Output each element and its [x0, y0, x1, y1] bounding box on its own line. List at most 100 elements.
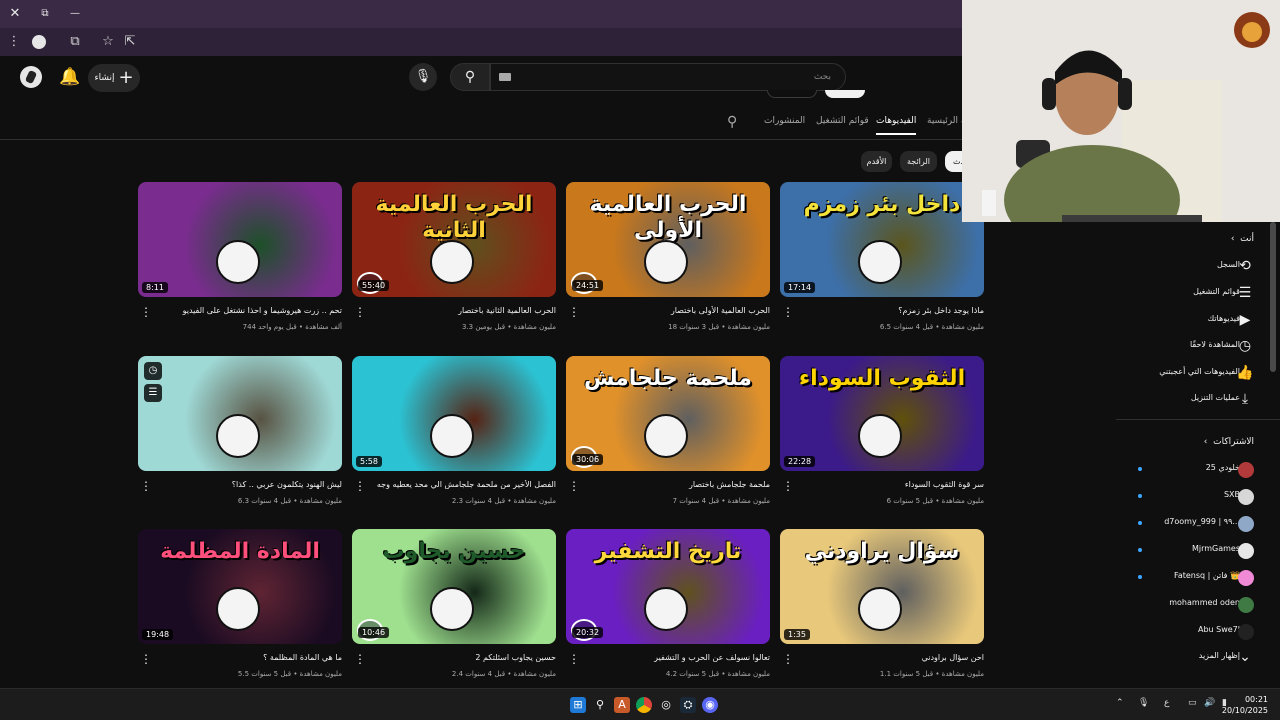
more-actions-icon[interactable]: ⋮: [782, 479, 794, 493]
video-title[interactable]: حسين يجاوب اسئلتكم 2: [376, 653, 556, 662]
profile-icon[interactable]: [29, 32, 49, 52]
tray-chevron-icon[interactable]: ⌃: [1116, 698, 1124, 708]
sidebar-item-history[interactable]: السجل ⟲: [1116, 253, 1280, 279]
more-actions-icon[interactable]: ⋮: [140, 652, 152, 666]
search-input[interactable]: بحث: [490, 63, 846, 91]
subscription-item[interactable]: خلودي 25: [1116, 456, 1280, 482]
video-thumbnail[interactable]: 5:58: [352, 356, 556, 471]
video-card[interactable]: المادة المظلمة 19:48 ما هي المادة المظلمة …: [138, 529, 342, 689]
subscription-item[interactable]: Abu Swe7l: [1116, 618, 1280, 644]
create-button[interactable]: إنشاء +: [88, 64, 140, 92]
video-card[interactable]: سؤال يراودني 1:35 احن سؤال براودني 1.1 مليو…: [780, 529, 984, 689]
minimize-window-icon[interactable]: —: [65, 4, 85, 24]
video-card[interactable]: ◷ ☰ ليش الهنود يتكلمون عربي .. كذا؟ 6.3 ملي…: [138, 356, 342, 516]
more-actions-icon[interactable]: ⋮: [354, 479, 366, 493]
video-card[interactable]: تاريخ التشفير 20:32 تعالوا نسولف عن الحرب …: [566, 529, 770, 689]
video-title[interactable]: احن سؤال براودني: [804, 653, 984, 662]
video-title[interactable]: الفصل الأخير من ملحمة جلجامش الي محد يعط…: [376, 480, 556, 489]
more-actions-icon[interactable]: ⋮: [140, 305, 152, 319]
chip-popular[interactable]: الرائجة: [900, 151, 937, 172]
sidebar-scrollbar[interactable]: [1270, 222, 1276, 372]
sidebar-item-watch-later[interactable]: المشاهدة لاحقًا ◷: [1116, 333, 1280, 359]
video-thumbnail[interactable]: الحرب العالمية الأولى 24:51: [566, 182, 770, 297]
more-actions-icon[interactable]: ⋮: [140, 479, 152, 493]
sidebar-item-playlists[interactable]: قوائم التشغيل ☰: [1116, 280, 1280, 306]
video-thumbnail[interactable]: الثقوب السوداء 22:28: [780, 356, 984, 471]
more-actions-icon[interactable]: ⋮: [782, 305, 794, 319]
taskbar-search-icon[interactable]: ⚲: [592, 697, 608, 713]
add-to-queue-icon[interactable]: ☰: [144, 384, 162, 402]
tray-mic-icon[interactable]: 🎙: [1138, 698, 1149, 708]
video-thumbnail[interactable]: 8:11: [138, 182, 342, 297]
video-thumbnail[interactable]: حسين يجاوب 10:46: [352, 529, 556, 644]
watch-later-icon[interactable]: ◷: [144, 362, 162, 380]
video-thumbnail[interactable]: داخل بئر زمزم 17:14: [780, 182, 984, 297]
video-title[interactable]: تحم .. زرت هيروشيما و احذا نشتغل على الف…: [162, 306, 342, 315]
network-icon[interactable]: ▭: [1188, 698, 1197, 708]
subscription-item[interactable]: MjrmGames: [1116, 537, 1280, 563]
video-card[interactable]: ملحمة جلجامش 30:06 ملحمة جلجامش باختصار 7 م…: [566, 356, 770, 516]
more-actions-icon[interactable]: ⋮: [782, 652, 794, 666]
menu-dots-icon[interactable]: ⋮: [4, 32, 24, 52]
video-thumbnail[interactable]: الحرب العالمية الثانية 55:40: [352, 182, 556, 297]
discord-icon[interactable]: ◉: [702, 697, 718, 713]
bookmark-star-icon[interactable]: ☆: [98, 32, 118, 52]
more-actions-icon[interactable]: ⋮: [568, 652, 580, 666]
more-actions-icon[interactable]: ⋮: [568, 479, 580, 493]
extensions-icon[interactable]: ⧉: [65, 32, 85, 52]
video-thumbnail[interactable]: ◷ ☰: [138, 356, 342, 471]
video-thumbnail[interactable]: سؤال يراودني 1:35: [780, 529, 984, 644]
subscription-item[interactable]: SXB: [1116, 483, 1280, 509]
tab-posts[interactable]: المنشورات: [764, 116, 805, 126]
input-language[interactable]: ع: [1164, 698, 1169, 708]
restore-window-icon[interactable]: ⧉: [35, 4, 55, 24]
install-app-icon[interactable]: ⇱: [120, 32, 140, 52]
start-windows-icon[interactable]: ⊞: [570, 697, 586, 713]
sidebar-item-downloads[interactable]: عمليات التنزيل ⤓: [1116, 386, 1280, 412]
video-title[interactable]: ما هي المادة المظلمة ؟: [162, 653, 342, 662]
sidebar-item-your-videos[interactable]: فيديوهاتك ▶: [1116, 307, 1280, 333]
search-button[interactable]: ⚲: [450, 63, 490, 91]
channel-search-icon[interactable]: ⚲: [727, 114, 737, 130]
close-window-icon[interactable]: ✕: [5, 4, 25, 24]
more-actions-icon[interactable]: ⋮: [354, 305, 366, 319]
more-actions-icon[interactable]: ⋮: [568, 305, 580, 319]
tab-playlists[interactable]: قوائم التشغيل: [816, 116, 869, 126]
video-card[interactable]: الثقوب السوداء 22:28 سر قوة الثقوب السوداء…: [780, 356, 984, 516]
subscription-item[interactable]: Fatensq | فاتن 👑: [1116, 564, 1280, 590]
taskbar-app-icon[interactable]: A: [614, 697, 630, 713]
mic-icon[interactable]: 🎙: [409, 63, 437, 91]
subscriptions-header[interactable]: ‹ الاشتراكات: [1204, 437, 1254, 447]
taskbar-obs-icon[interactable]: ◎: [658, 697, 674, 713]
video-thumbnail[interactable]: تاريخ التشفير 20:32: [566, 529, 770, 644]
video-title[interactable]: ماذا يوجد داخل بئر زمزم؟: [804, 306, 984, 315]
more-actions-icon[interactable]: ⋮: [354, 652, 366, 666]
subscription-item[interactable]: d7oomy_999 | ٩٩...: [1116, 510, 1280, 536]
chrome-icon[interactable]: [636, 697, 652, 713]
video-card[interactable]: الحرب العالمية الأولى 24:51 الحرب العالمية…: [566, 182, 770, 342]
video-title[interactable]: تعالوا نسولف عن الحرب و التشفير: [590, 653, 770, 662]
video-card[interactable]: الحرب العالمية الثانية 55:40 الحرب العالمي…: [352, 182, 556, 342]
sidebar-item-liked-videos[interactable]: الفيديوهات التي أعجبتني 👍: [1116, 360, 1280, 386]
clock[interactable]: 00:21 20/10/2025: [1222, 694, 1268, 716]
video-title[interactable]: سر قوة الثقوب السوداء: [804, 480, 984, 489]
video-card[interactable]: حسين يجاوب 10:46 حسين يجاوب اسئلتكم 2 2.4 م…: [352, 529, 556, 689]
video-card[interactable]: 8:11 تحم .. زرت هيروشيما و احذا نشتغل على…: [138, 182, 342, 342]
steam-icon[interactable]: ⛭: [680, 697, 696, 713]
bell-icon[interactable]: 🔔: [58, 65, 82, 89]
account-avatar[interactable]: [20, 66, 42, 88]
video-thumbnail[interactable]: المادة المظلمة 19:48: [138, 529, 342, 644]
volume-icon[interactable]: 🔊: [1204, 698, 1215, 708]
keyboard-icon[interactable]: [499, 73, 511, 81]
show-more[interactable]: إظهار المزيد ⌄: [1116, 644, 1280, 670]
subscribe-button[interactable]: [825, 90, 865, 98]
video-title[interactable]: ملحمة جلجامش باختصار: [590, 480, 770, 489]
video-thumbnail[interactable]: ملحمة جلجامش 30:06: [566, 356, 770, 471]
subscription-item[interactable]: mohammed oden: [1116, 591, 1280, 617]
video-title[interactable]: ليش الهنود يتكلمون عربي .. كذا؟: [162, 480, 342, 489]
chip-oldest[interactable]: الأقدم: [861, 151, 892, 172]
video-card[interactable]: داخل بئر زمزم 17:14 ماذا يوجد داخل بئر زمز…: [780, 182, 984, 342]
video-title[interactable]: الحرب العالمية الأولى باختصار: [590, 306, 770, 315]
video-title[interactable]: الحرب العالمية الثانية باختصار: [376, 306, 556, 315]
channel-action-button[interactable]: [767, 90, 817, 98]
